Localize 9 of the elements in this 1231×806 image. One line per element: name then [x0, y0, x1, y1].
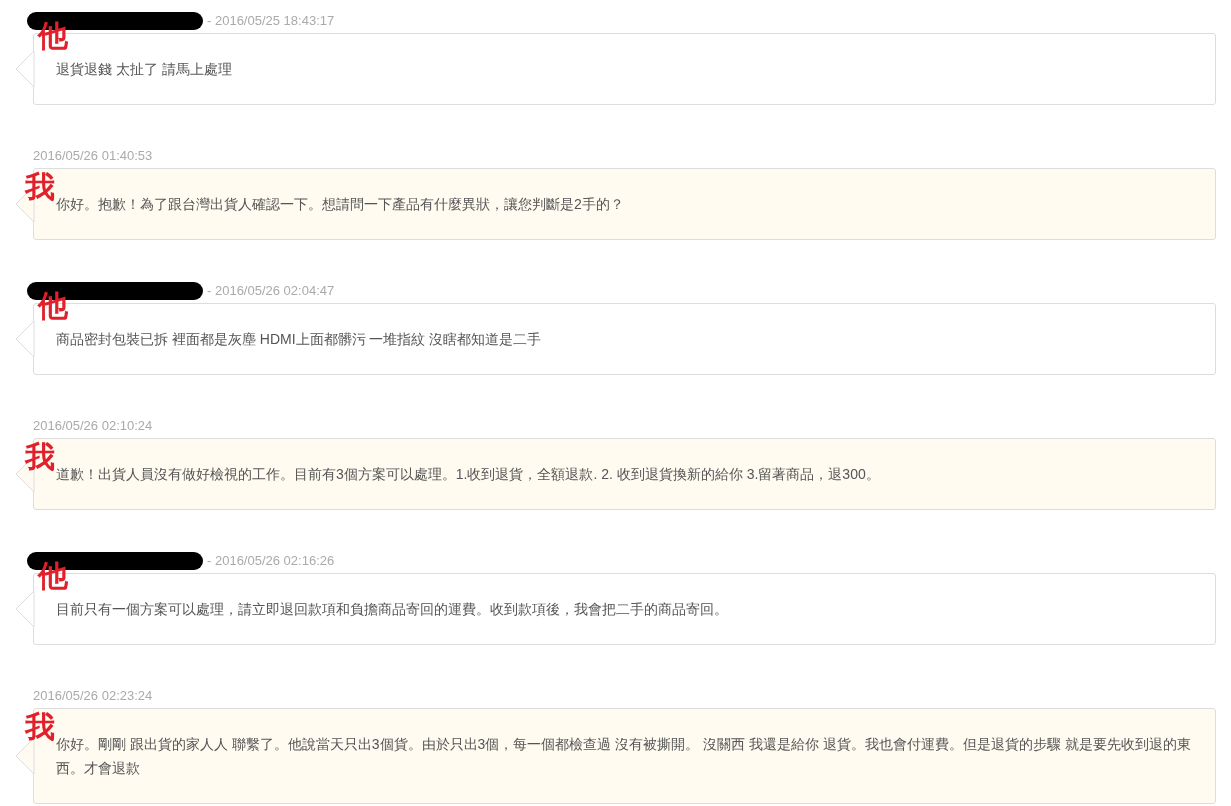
message-timestamp: - 2016/05/26 02:04:47: [207, 282, 335, 301]
handwritten-marker: 我: [25, 712, 55, 742]
message-timestamp: - 2016/05/26 02:16:26: [207, 552, 335, 571]
message-timestamp: - 2016/05/25 18:43:17: [207, 12, 335, 31]
handwritten-marker: 我: [25, 172, 55, 202]
message-timestamp: 2016/05/26 02:10:24: [33, 417, 153, 436]
message-timestamp: 2016/05/26 02:23:24: [33, 687, 153, 706]
message-timestamp: 2016/05/26 01:40:53: [33, 147, 153, 166]
handwritten-marker: 我: [25, 442, 55, 472]
